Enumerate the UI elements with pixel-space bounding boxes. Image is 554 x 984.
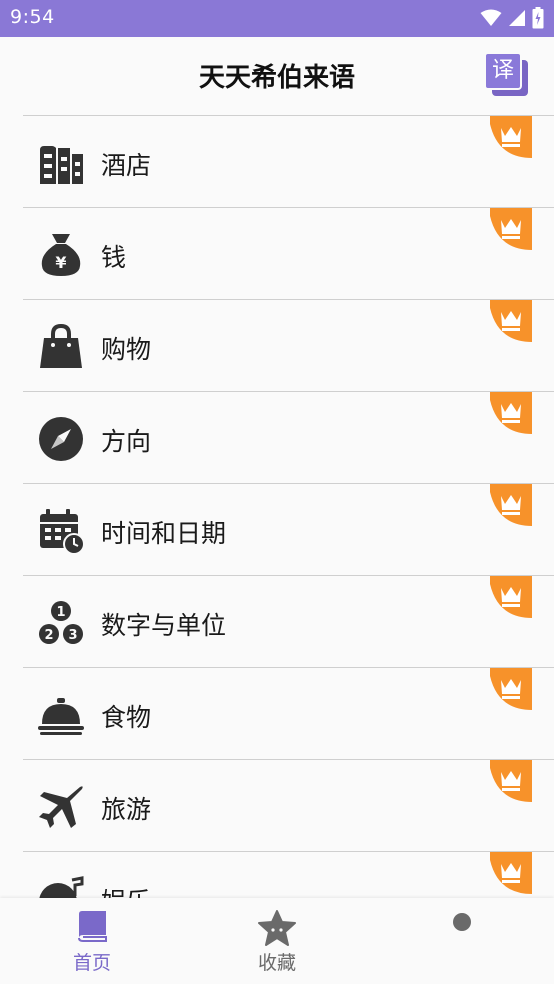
svg-text:3: 3 (68, 628, 77, 643)
nav-home-label: 首页 (72, 952, 111, 974)
status-bar: 9:54 (0, 0, 554, 37)
hotel-icon (40, 146, 83, 184)
bottom-nav: 首页 收藏 (0, 898, 554, 984)
category-label: 酒店 (101, 151, 152, 180)
crown-icon (490, 576, 532, 618)
calendar-clock-icon (40, 509, 84, 554)
category-item-food[interactable]: 食物 (0, 667, 554, 759)
crown-icon (490, 668, 532, 710)
category-label: 钱 (101, 243, 127, 272)
svg-text:1: 1 (56, 605, 65, 620)
book-icon (78, 911, 107, 942)
category-label: 旅游 (101, 795, 152, 824)
category-label: 数字与单位 (101, 611, 227, 640)
star-icon (258, 910, 296, 946)
crown-icon (490, 208, 532, 250)
battery-icon (532, 7, 544, 29)
airplane-icon (39, 786, 83, 828)
crown-icon (490, 760, 532, 802)
app-header: 天天希伯来语 译 (0, 37, 554, 115)
category-item-time-date[interactable]: 时间和日期 (0, 483, 554, 575)
numbers-icon: 1 2 3 (39, 601, 83, 644)
crown-icon (490, 852, 532, 894)
translate-button[interactable]: 译 (484, 52, 530, 98)
status-icons (480, 7, 544, 29)
crown-icon (490, 484, 532, 526)
food-cloche-icon (38, 698, 84, 735)
category-label: 食物 (101, 703, 152, 732)
compass-icon (39, 417, 83, 461)
category-item-numbers[interactable]: 1 2 3 数字与单位 (0, 575, 554, 667)
crown-icon (490, 116, 532, 158)
crown-icon (490, 392, 532, 434)
nav-home[interactable]: 首页 (22, 898, 162, 984)
category-item-money[interactable]: ¥ 钱 (0, 207, 554, 299)
signal-icon (509, 10, 525, 26)
category-label: 时间和日期 (101, 519, 227, 548)
shopping-bag-icon (40, 324, 82, 368)
category-item-travel[interactable]: 旅游 (0, 759, 554, 851)
category-label: 方向 (101, 427, 152, 456)
svg-text:2: 2 (44, 628, 53, 643)
money-bag-icon: ¥ (41, 234, 81, 276)
category-item-hotel[interactable]: 酒店 (0, 115, 554, 207)
wifi-icon (480, 9, 502, 26)
translate-icon: 译 (484, 52, 522, 90)
nav-favorites-label: 收藏 (257, 952, 296, 974)
status-time: 9:54 (10, 6, 55, 28)
category-list[interactable]: 酒店 ¥ 钱 购物 方向 时间和日期 1 2 3 数字与单位 食物 旅游 (0, 115, 554, 898)
category-label: 娱乐 (101, 882, 151, 898)
crown-icon (490, 300, 532, 342)
dot-icon[interactable] (453, 913, 471, 931)
page-title: 天天希伯来语 (198, 63, 355, 93)
nav-favorites[interactable]: 收藏 (207, 898, 347, 984)
music-record-icon (39, 876, 84, 898)
category-item-entertainment[interactable]: 娱乐 (0, 851, 554, 898)
category-label: 购物 (101, 335, 152, 364)
category-item-shopping[interactable]: 购物 (0, 299, 554, 391)
svg-text:¥: ¥ (55, 253, 66, 272)
category-item-direction[interactable]: 方向 (0, 391, 554, 483)
